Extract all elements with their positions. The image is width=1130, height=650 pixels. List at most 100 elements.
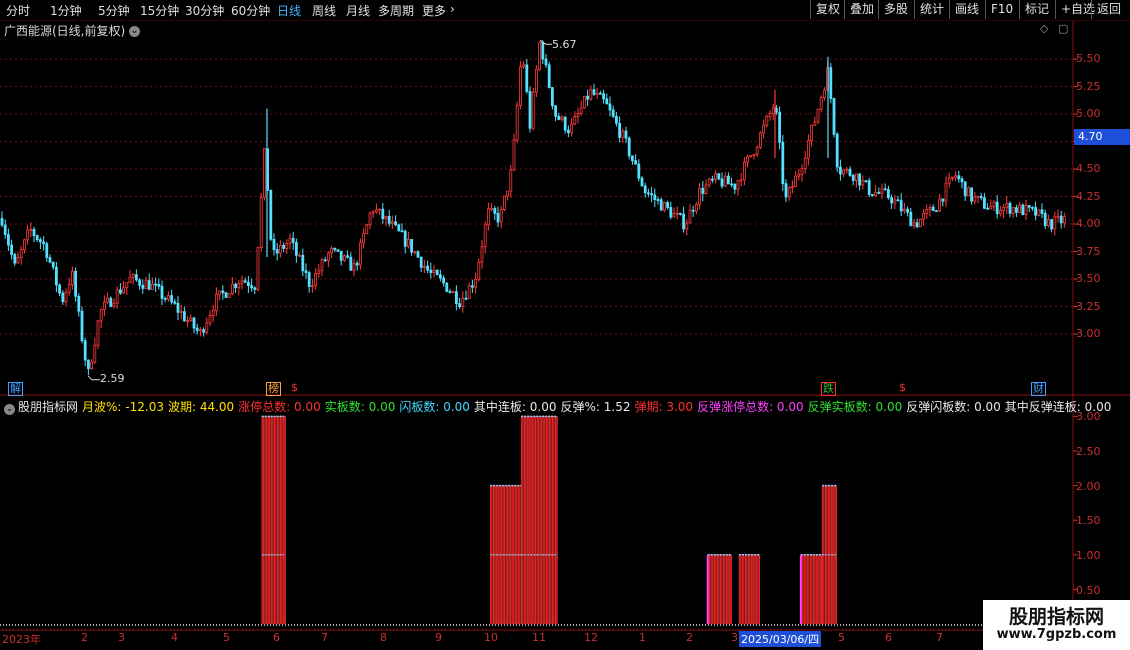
candle-body [422,265,426,268]
draw-line-button[interactable]: 画线 [949,0,984,19]
candle-body [701,187,705,194]
date-tick: 9 [435,631,442,644]
restore-rights-button[interactable]: 复权 [810,0,845,19]
date-tick: 3 [731,631,738,644]
candle-body [931,206,935,212]
candle-body [90,361,93,370]
chevron-down-icon[interactable]: ⌄ [4,404,15,415]
candle-body [502,195,506,210]
candle-body [957,175,961,180]
indicator-name[interactable]: 股朋指标网 [18,400,78,414]
diamond-icon[interactable]: ◇ [1040,22,1048,35]
candle-body [1040,209,1044,214]
candle-body [1059,215,1063,224]
sub-bar [741,554,745,625]
candle-body [259,196,263,248]
candle-body [986,207,989,210]
event-marker-dividend[interactable]: $ [290,382,299,394]
candle-body [935,210,938,213]
candle-body [525,64,529,92]
candle-body [755,146,759,155]
candle-body [810,124,813,142]
candle-body [759,132,762,148]
period-tab-more[interactable]: 更多 [422,2,446,19]
candle-body [973,196,977,202]
candle-body [528,91,532,129]
candle-body [979,195,983,199]
candle-body [778,111,781,143]
chevron-down-icon[interactable]: ⌄ [129,26,141,37]
candle-body [368,212,372,226]
candle-body [179,311,183,313]
candle-body [1034,207,1037,216]
candle-body [723,175,727,187]
candle-body [970,187,973,202]
back-button[interactable]: 返回 [1091,0,1126,19]
candle-body [640,177,644,187]
period-tab-weekly[interactable]: 周线 [312,2,336,19]
indicator-value: 波期: 44.00 [167,400,235,414]
candle-body [947,177,951,184]
candle-body [944,182,948,202]
candle-body [253,287,257,290]
event-marker-dividend[interactable]: $ [898,382,907,394]
period-tab-fenshi[interactable]: 分时 [6,2,30,19]
event-marker-ranking[interactable]: 榜 [266,382,281,396]
candle-body [320,259,324,272]
candle-body [448,291,452,293]
candle-body [42,241,45,245]
period-tab-1min[interactable]: 1分钟 [50,2,82,19]
candle-body [272,238,276,250]
period-tab-multi[interactable]: 多周期 [378,2,414,19]
candle-body [157,283,161,287]
candle-body [352,262,356,271]
multi-stock-button[interactable]: 多股 [878,0,913,19]
sub-bar [527,416,530,625]
mark-button[interactable]: 标记 [1019,0,1054,19]
candle-body [1027,205,1031,208]
candle-body [461,297,465,307]
candle-body [278,244,282,254]
candle-body [29,228,33,231]
candle-body [791,186,794,188]
candle-body [573,116,577,125]
candle-body [147,280,151,290]
sub-bar [748,554,751,625]
candle-body [928,206,932,210]
period-tab-15min[interactable]: 15分钟 [140,2,179,19]
f10-button[interactable]: F10 [985,0,1018,19]
candle-body [864,180,868,183]
restore-window-icon[interactable]: ▢ [1058,22,1068,35]
period-tab-monthly[interactable]: 月线 [346,2,370,19]
period-tab-60min[interactable]: 60分钟 [231,2,270,19]
candle-body [182,311,186,322]
candle-body [186,319,190,322]
period-tab-5min[interactable]: 5分钟 [98,2,130,19]
candle-body [589,89,593,100]
event-marker-drop[interactable]: 跌 [821,382,836,396]
period-tab-30min[interactable]: 30分钟 [185,2,224,19]
candle-body [768,112,772,117]
candle-body [1018,204,1021,213]
candle-body [688,209,692,224]
candle-body [871,194,874,196]
date-tick: 2 [686,631,693,644]
candle-body [32,228,36,236]
candle-body [211,310,215,316]
sub-bar [744,554,748,625]
candle-body [858,173,861,186]
candle-body [61,292,65,303]
statistics-button[interactable]: 统计 [914,0,949,19]
candle-body [160,285,164,299]
event-marker-finance[interactable]: 财 [1031,382,1046,396]
candle-body [1050,219,1053,230]
period-tab-daily[interactable]: 日线 [277,2,301,19]
candle-body [230,283,234,295]
candle-body [618,122,621,138]
more-arrow-icon[interactable]: › [450,2,455,16]
candle-body [1047,219,1050,226]
event-marker-unlock[interactable]: 解 [8,382,23,396]
candle-body [342,255,346,261]
logo-title: 股朋指标网 [1008,606,1104,628]
overlay-button[interactable]: 叠加 [844,0,879,19]
